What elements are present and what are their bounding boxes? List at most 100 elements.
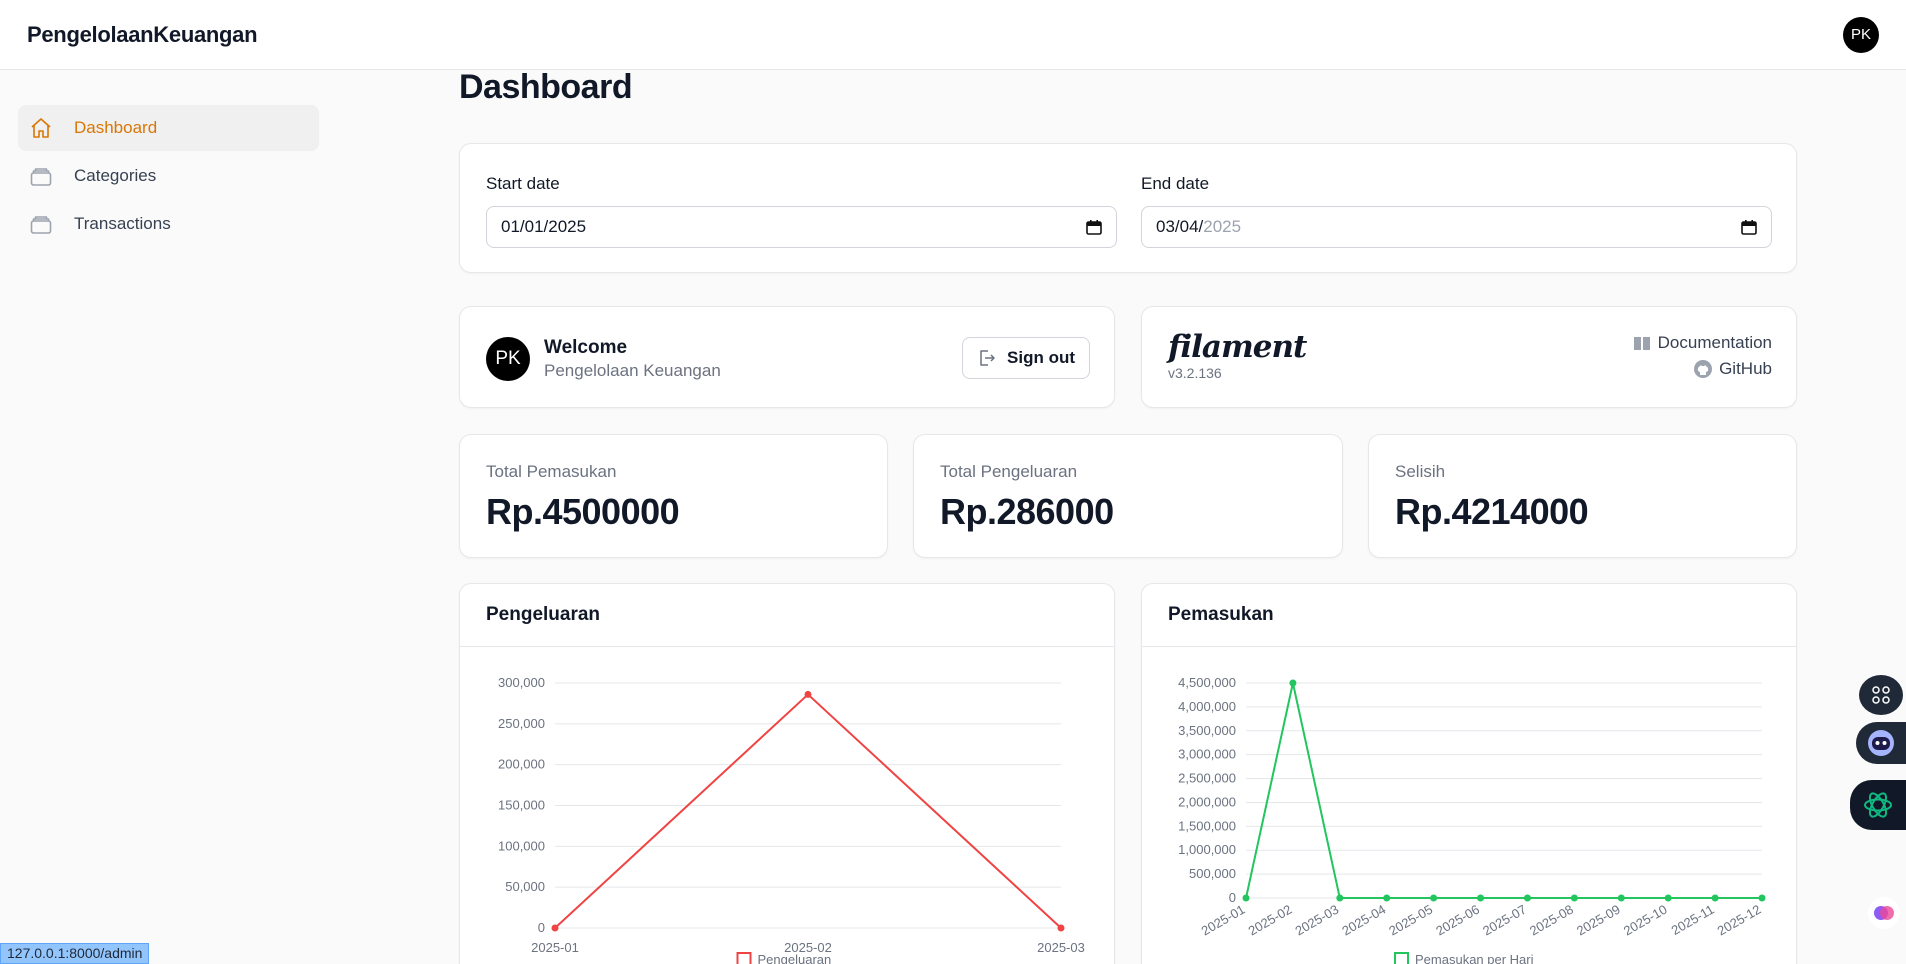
data-point bbox=[1289, 679, 1297, 687]
github-icon bbox=[1694, 360, 1713, 378]
data-point bbox=[1336, 894, 1344, 902]
start-date-value: 01/01/2025 bbox=[501, 217, 587, 236]
y-tick-label: 1,000,000 bbox=[1178, 842, 1236, 857]
end-date-label: End date bbox=[1141, 174, 1210, 193]
stat-value: Rp.286000 bbox=[940, 491, 1114, 532]
data-point bbox=[1617, 894, 1625, 902]
x-tick-label: 2025-10 bbox=[1621, 902, 1670, 939]
income-line-chart: 0 500,000 1,000,000 1,500,000 2,000,000 2,500… bbox=[1178, 675, 1766, 964]
assistant-button[interactable] bbox=[1856, 722, 1906, 764]
x-tick-label: 2025-04 bbox=[1339, 902, 1388, 939]
calendar-icon[interactable] bbox=[1086, 219, 1102, 235]
y-tick-label: 250,000 bbox=[498, 716, 545, 731]
brain-icon bbox=[1874, 906, 1894, 920]
stat-label: Selisih bbox=[1395, 462, 1446, 481]
sidebar-item-transactions[interactable]: Transactions bbox=[18, 201, 319, 247]
stack-icon bbox=[28, 211, 54, 237]
sign-out-button[interactable]: Sign out bbox=[962, 337, 1090, 379]
filament-logo[interactable]: filament bbox=[1168, 329, 1307, 365]
apps-button[interactable] bbox=[1859, 675, 1903, 715]
start-date-input[interactable]: 01/01/2025 bbox=[486, 206, 1117, 248]
end-date-value: 03/04/ bbox=[1156, 217, 1204, 236]
x-tick-label: 2025-01 bbox=[1199, 902, 1248, 939]
extension-button[interactable] bbox=[1868, 897, 1900, 929]
sidebar: Dashboard Categories Transactions bbox=[0, 70, 330, 964]
y-tick-label: 1,500,000 bbox=[1178, 818, 1236, 833]
end-date-input[interactable]: 03/04/2025 bbox=[1141, 206, 1772, 248]
x-tick-label: 2025-03 bbox=[1037, 940, 1085, 955]
y-tick-label: 150,000 bbox=[498, 798, 545, 813]
stat-value: Rp.4500000 bbox=[486, 491, 680, 532]
x-tick-label: 2025-11 bbox=[1669, 902, 1717, 938]
data-point bbox=[804, 690, 812, 698]
y-tick-label: 3,000,000 bbox=[1178, 747, 1236, 762]
sidebar-item-label: Dashboard bbox=[74, 118, 158, 137]
data-point bbox=[1664, 894, 1672, 902]
x-tick-label: 2025-01 bbox=[531, 940, 579, 955]
page-title: Dashboard bbox=[459, 68, 633, 106]
data-point bbox=[551, 924, 559, 932]
expense-chart-card: Pengeluaran 0 50,000 100,000 150,000 200,000… bbox=[459, 583, 1115, 964]
data-point bbox=[1242, 894, 1250, 902]
sidebar-item-label: Transactions bbox=[74, 214, 171, 233]
x-tick-label: 2025-08 bbox=[1527, 902, 1576, 939]
sidebar-item-categories[interactable]: Categories bbox=[18, 153, 319, 199]
legend-label: Pemasukan per Hari bbox=[1415, 952, 1534, 964]
github-label: GitHub bbox=[1719, 359, 1772, 378]
y-tick-label: 3,500,000 bbox=[1178, 723, 1236, 738]
chart-title: Pengeluaran bbox=[460, 584, 1114, 647]
calendar-icon[interactable] bbox=[1741, 219, 1757, 235]
y-tick-label: 200,000 bbox=[498, 757, 545, 772]
y-tick-label: 50,000 bbox=[505, 879, 545, 894]
y-tick-label: 4,500,000 bbox=[1178, 675, 1236, 690]
y-tick-label: 100,000 bbox=[498, 838, 545, 853]
stat-label: Total Pengeluaran bbox=[940, 462, 1078, 481]
data-point bbox=[1711, 894, 1719, 902]
income-chart-card: Pemasukan 0 500,000 1,000,000 1,500,000 2,00… bbox=[1141, 583, 1797, 964]
expense-line-chart: 0 50,000 100,000 150,000 200,000 250,000 300,0… bbox=[498, 675, 1085, 964]
logout-icon bbox=[980, 350, 995, 366]
documentation-link[interactable]: Documentation bbox=[1632, 333, 1772, 353]
data-point bbox=[1758, 894, 1766, 902]
y-tick-label: 0 bbox=[1229, 890, 1236, 905]
github-link[interactable]: GitHub bbox=[1693, 359, 1772, 379]
grid-icon bbox=[1872, 686, 1890, 704]
data-point bbox=[1430, 894, 1438, 902]
home-icon bbox=[28, 115, 54, 141]
chatgpt-button[interactable] bbox=[1850, 780, 1906, 830]
series-line bbox=[1245, 682, 1762, 899]
book-icon bbox=[1633, 337, 1650, 350]
x-tick-label: 2025-03 bbox=[1292, 902, 1341, 939]
y-tick-label: 500,000 bbox=[1189, 866, 1236, 881]
x-tick-label: 2025-02 bbox=[1246, 902, 1295, 939]
y-tick-label: 2,500,000 bbox=[1178, 771, 1236, 786]
stat-value: Rp.4214000 bbox=[1395, 491, 1589, 532]
bot-icon bbox=[1868, 730, 1894, 756]
data-point bbox=[1523, 894, 1531, 902]
date-filter-card: Start date 01/01/2025 End date 03/04/202… bbox=[459, 143, 1797, 273]
data-point bbox=[1383, 894, 1391, 902]
welcome-user-name: Pengelolaan Keuangan bbox=[544, 361, 721, 380]
avatar: PK bbox=[486, 337, 530, 381]
documentation-label: Documentation bbox=[1657, 333, 1772, 352]
sign-out-label: Sign out bbox=[1007, 348, 1075, 367]
brand-title[interactable]: PengelolaanKeuangan bbox=[27, 22, 258, 48]
x-tick-label: 2025-06 bbox=[1433, 902, 1482, 939]
welcome-title: Welcome bbox=[544, 337, 628, 358]
filament-info-card: filament v3.2.136 Documentation GitHub bbox=[1141, 306, 1797, 408]
y-tick-label: 2,000,000 bbox=[1178, 794, 1236, 809]
start-date-label: Start date bbox=[486, 174, 560, 193]
stat-card-expense: Total Pengeluaran Rp.286000 bbox=[913, 434, 1343, 558]
user-avatar[interactable]: PK bbox=[1843, 16, 1879, 53]
topbar: PengelolaanKeuangan PK bbox=[0, 0, 1906, 70]
data-point bbox=[1570, 894, 1578, 902]
y-tick-label: 4,000,000 bbox=[1178, 699, 1236, 714]
stat-card-income: Total Pemasukan Rp.4500000 bbox=[459, 434, 888, 558]
openai-icon bbox=[1864, 792, 1892, 818]
stack-icon bbox=[28, 163, 54, 189]
legend-swatch bbox=[736, 952, 752, 964]
sidebar-item-dashboard[interactable]: Dashboard bbox=[18, 105, 319, 151]
legend-swatch bbox=[1394, 952, 1409, 964]
welcome-card: PK Welcome Pengelolaan Keuangan Sign out bbox=[459, 306, 1115, 408]
stat-card-difference: Selisih Rp.4214000 bbox=[1368, 434, 1797, 558]
